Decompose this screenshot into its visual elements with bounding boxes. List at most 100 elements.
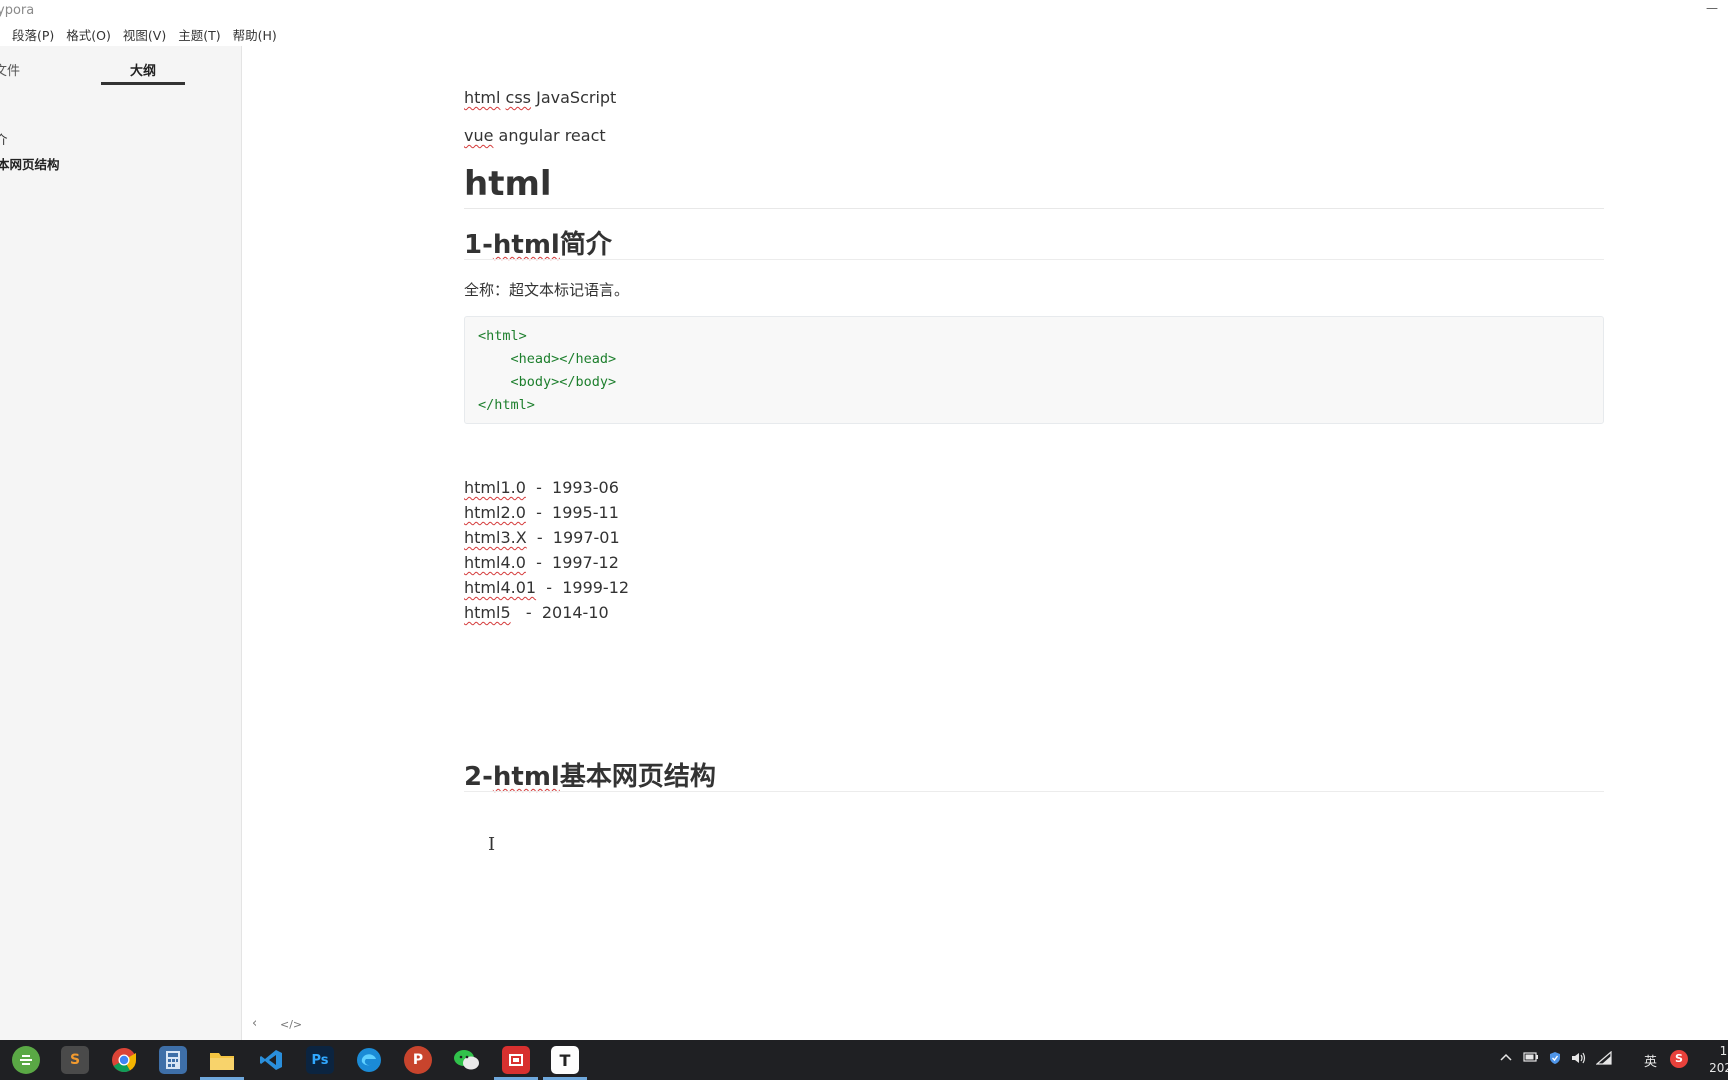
- version-date: 1999-12: [562, 578, 630, 597]
- version-name: html5: [464, 603, 511, 622]
- menu-format[interactable]: 格式(O): [66, 25, 111, 44]
- chevron-up-icon[interactable]: [1500, 1051, 1512, 1065]
- input-language[interactable]: 英: [1644, 1051, 1657, 1070]
- version-row[interactable]: html3.X - 1997-01: [464, 528, 620, 547]
- outline-item-structure[interactable]: 本网页结构: [0, 154, 60, 173]
- minimize-button[interactable]: —: [1700, 1, 1724, 19]
- text-cursor-icon: I: [488, 834, 496, 855]
- menu-paragraph[interactable]: 段落(P): [12, 25, 54, 44]
- paragraph-frameworks[interactable]: vue angular react: [464, 126, 606, 145]
- heading-prefix: 2-: [464, 762, 493, 792]
- edge-glyph: [357, 1048, 381, 1072]
- version-row[interactable]: html1.0 - 1993-06: [464, 478, 619, 497]
- spell-word: html: [492, 230, 560, 260]
- sidebar-tabs: 文件 大纲: [0, 46, 242, 90]
- chevron-up-glyph: [1500, 1053, 1512, 1061]
- battery-icon[interactable]: [1523, 1051, 1539, 1067]
- menu-view[interactable]: 视图(V): [123, 25, 166, 44]
- paragraph-fullname[interactable]: 全称：超文本标记语言。: [464, 279, 629, 300]
- taskbar: S Ps P T 英 S 1 20: [0, 1040, 1728, 1080]
- version-sep: -: [510, 603, 542, 622]
- app-red-glyph: [509, 1054, 523, 1066]
- clock-date: 202: [1709, 1061, 1728, 1075]
- code-block[interactable]: <html> <head></head> <body></body> </htm…: [464, 316, 1604, 424]
- heading-divider: [464, 208, 1604, 209]
- text-word: JavaScript: [536, 88, 617, 107]
- menu-theme[interactable]: 主题(T): [178, 25, 220, 44]
- source-code-icon[interactable]: </>: [280, 1018, 302, 1031]
- chrome-icon[interactable]: [110, 1046, 138, 1074]
- calculator-icon[interactable]: [159, 1046, 187, 1074]
- version-sep: -: [525, 478, 553, 497]
- photoshop-icon[interactable]: Ps: [306, 1046, 334, 1074]
- tab-outline[interactable]: 大纲: [100, 60, 186, 79]
- edge-icon[interactable]: [355, 1046, 383, 1074]
- shield-icon[interactable]: [1548, 1051, 1562, 1069]
- vscode-glyph: [260, 1050, 282, 1070]
- version-sep: -: [525, 503, 553, 522]
- heading-2-structure[interactable]: 2-html基本网页结构: [464, 756, 716, 793]
- code-line: <body></body>: [478, 374, 617, 390]
- shield-glyph: [1550, 1052, 1560, 1064]
- menu-bar: 段落(P) 格式(O) 视图(V) 主题(T) 帮助(H): [0, 22, 277, 46]
- chevron-left-icon[interactable]: ‹: [252, 1016, 257, 1031]
- code-line: </html>: [478, 397, 535, 413]
- version-name: html3.X: [464, 528, 527, 547]
- battery-glyph: [1523, 1052, 1538, 1062]
- ime-icon[interactable]: S: [1670, 1050, 1688, 1068]
- file-explorer-icon[interactable]: [208, 1046, 236, 1074]
- version-row[interactable]: html4.0 - 1997-12: [464, 553, 619, 572]
- vscode-icon[interactable]: [257, 1046, 285, 1074]
- version-date: 1997-01: [552, 528, 620, 547]
- version-date: 2014-10: [541, 603, 609, 622]
- spell-word: vue: [464, 126, 494, 145]
- title-bar: ypora —: [0, 0, 1728, 22]
- volume-icon[interactable]: [1571, 1051, 1587, 1069]
- version-name: html4.01: [464, 578, 537, 597]
- tab-files[interactable]: 文件: [0, 60, 20, 79]
- start-app-icon[interactable]: [12, 1046, 40, 1074]
- spell-word: html: [464, 88, 501, 107]
- spell-word: css: [505, 88, 532, 107]
- version-date: 1993-06: [552, 478, 619, 497]
- calculator-glyph: [166, 1051, 180, 1069]
- network-icon[interactable]: [1595, 1050, 1612, 1069]
- menu-help[interactable]: 帮助(H): [233, 25, 277, 44]
- code-line: <head></head>: [478, 351, 617, 367]
- heading-2-intro[interactable]: 1-html简介: [464, 224, 612, 261]
- heading-1[interactable]: html: [464, 164, 552, 204]
- version-sep: -: [536, 578, 563, 597]
- app-red-icon[interactable]: [502, 1046, 530, 1074]
- heading-rest: 基本网页结构: [559, 762, 716, 792]
- app-title: ypora: [0, 3, 35, 18]
- version-sep: -: [526, 528, 553, 547]
- clock[interactable]: 1( 202: [1702, 1043, 1728, 1077]
- heading-divider: [464, 259, 1604, 260]
- sidebar-footer: ‹ </>: [242, 1014, 362, 1038]
- spell-word: html: [492, 762, 560, 792]
- version-row[interactable]: html5 - 2014-10: [464, 603, 609, 622]
- code-line: <html>: [478, 328, 527, 344]
- app-p-icon[interactable]: P: [404, 1046, 432, 1074]
- sublime-icon[interactable]: S: [61, 1046, 89, 1074]
- version-date: 1997-12: [552, 553, 619, 572]
- network-glyph: [1595, 1050, 1612, 1065]
- outline-item-intro[interactable]: 介: [0, 129, 8, 148]
- volume-glyph: [1572, 1052, 1586, 1064]
- version-row[interactable]: html4.01 - 1999-12: [464, 578, 629, 597]
- version-row[interactable]: html2.0 - 1995-11: [464, 503, 619, 522]
- paragraph-tech-stack[interactable]: html css JavaScript: [464, 88, 616, 107]
- folder-glyph: [210, 1053, 234, 1070]
- text-word: angular react: [498, 126, 606, 145]
- version-date: 1995-11: [552, 503, 619, 522]
- wechat-glyph: [454, 1050, 479, 1070]
- heading-rest: 简介: [559, 230, 612, 260]
- clock-time: 1(: [1719, 1044, 1728, 1058]
- sidebar: 文件 大纲 介 本网页结构: [0, 46, 242, 1040]
- typora-icon[interactable]: T: [551, 1046, 579, 1074]
- version-name: html4.0: [464, 553, 526, 572]
- heading-prefix: 1-: [464, 230, 493, 260]
- wechat-icon[interactable]: [453, 1046, 481, 1074]
- version-sep: -: [525, 553, 553, 572]
- start-app-glyph: [20, 1055, 32, 1065]
